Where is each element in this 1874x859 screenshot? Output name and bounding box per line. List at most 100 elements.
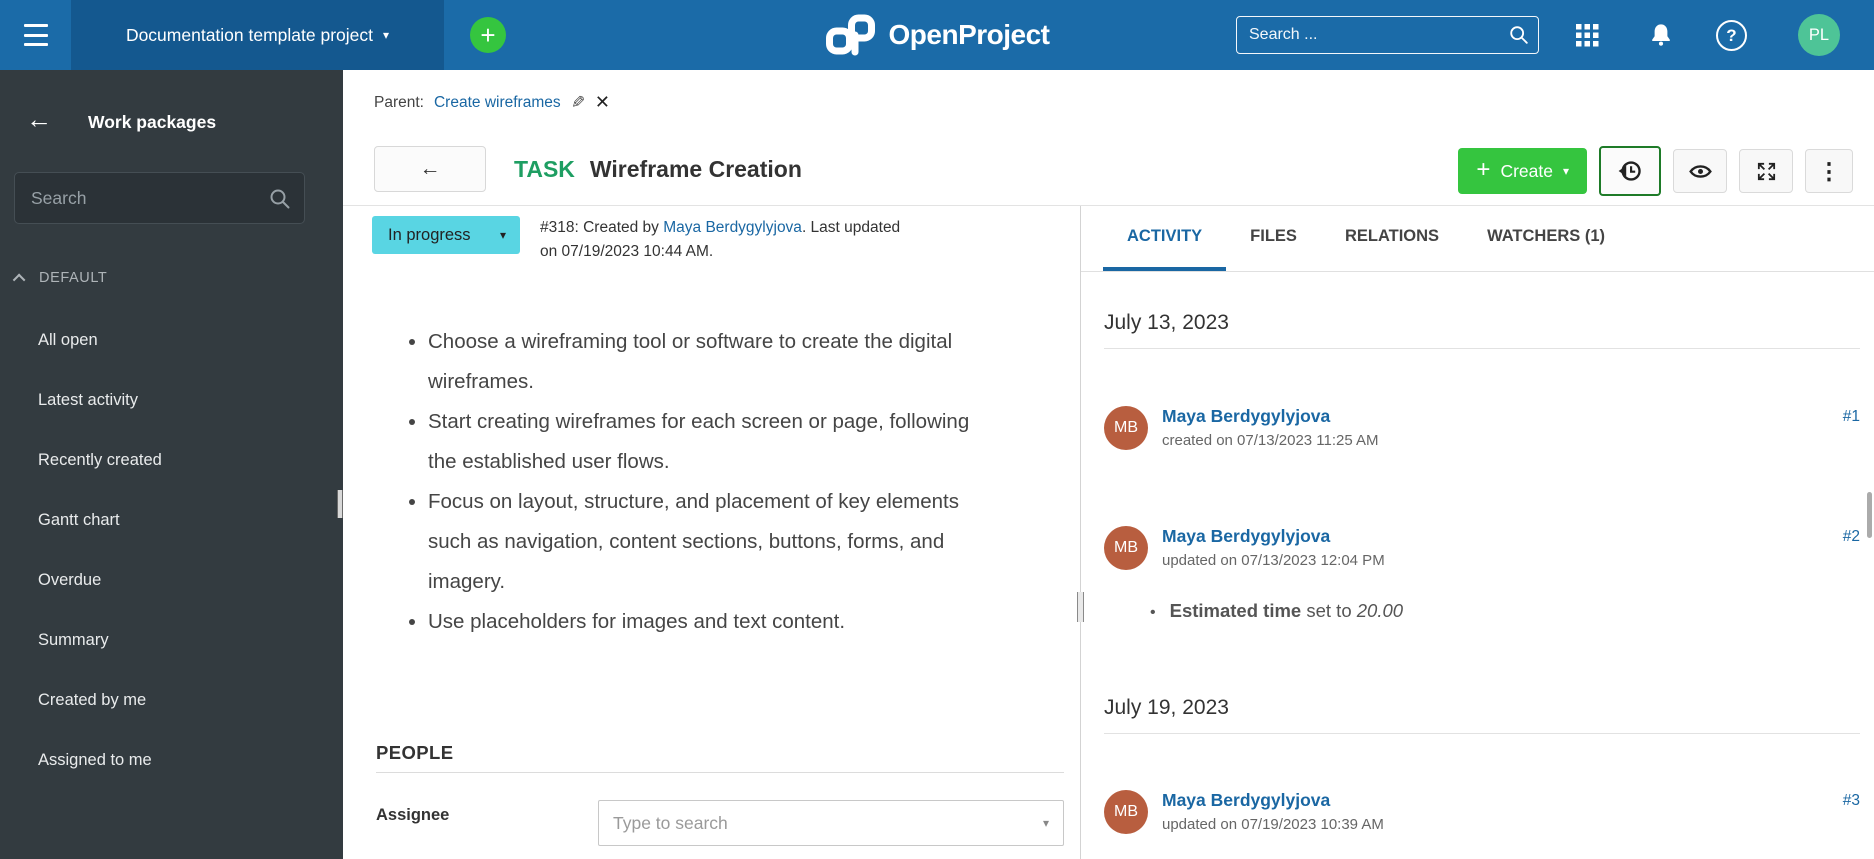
activity-timestamp: updated on 07/13/2023 12:04 PM [1162,552,1385,569]
people-section-heading: PEOPLE [376,742,1064,773]
avatar[interactable]: MB [1104,526,1148,570]
watch-eye-button[interactable] [1673,149,1727,193]
chevron-up-icon [12,273,26,286]
detail-tabs: ACTIVITY FILES RELATIONS WATCHERS (1) [1081,206,1874,272]
description-bullet: Choose a wireframing tool or software to… [428,322,1000,402]
description-list: Choose a wireframing tool or software to… [402,322,1000,642]
sidebar-search [14,172,305,224]
activity-ref-link[interactable]: #3 [1843,792,1860,810]
work-package-meta: #318: Created by Maya Berdygylyjova. Las… [540,216,908,264]
avatar-initials: MB [1114,419,1138,436]
description-section[interactable]: Choose a wireframing tool or software to… [402,322,1000,642]
menu-icon[interactable] [24,24,48,46]
search-icon [270,189,290,209]
avatar[interactable]: MB [1104,406,1148,450]
fullscreen-button[interactable] [1739,149,1793,193]
sidebar-item-summary[interactable]: Summary [38,625,162,685]
openproject-logo-icon [826,14,876,56]
sidebar-item-all-open[interactable]: All open [38,325,162,385]
bullet-dot: • [1150,604,1156,621]
history-clock-icon [1618,161,1641,181]
activity-date-header: July 19, 2023 [1104,696,1860,734]
meta-prefix: #318: Created by [540,219,664,236]
tab-relations[interactable]: RELATIONS [1321,206,1463,271]
work-package-type[interactable]: TASK [514,156,575,183]
plus-icon: + [1476,156,1491,183]
sidebar-title: Work packages [88,112,217,132]
tab-activity[interactable]: ACTIVITY [1103,206,1227,271]
page-title[interactable]: Wireframe Creation [590,156,802,183]
assignee-label: Assignee [376,806,450,824]
user-avatar-initials: PL [1808,25,1830,44]
activity-entry: MB Maya Berdygylyjova created on 07/13/2… [1104,406,1860,456]
activity-entry: MB Maya Berdygylyjova updated on 07/19/2… [1104,790,1860,840]
user-avatar[interactable]: PL [1798,14,1840,56]
more-options-button[interactable]: ⋮ [1805,149,1853,193]
sidebar: ← Work packages DEFAULT All open Latest … [0,70,343,859]
activity-timestamp: created on 07/13/2023 11:25 AM [1162,432,1379,449]
chevron-down-icon: ▾ [383,28,390,42]
remove-parent-icon[interactable]: ✕ [595,92,610,113]
openproject-logo[interactable]: OpenProject [825,0,1050,70]
activity-ref-link[interactable]: #1 [1843,408,1860,426]
sidebar-back-icon[interactable]: ← [26,106,52,132]
help-icon[interactable]: ? [1716,20,1747,51]
expand-arrows-icon [1757,162,1775,180]
search-icon[interactable] [1508,24,1530,46]
sidebar-section-label: DEFAULT [39,270,108,286]
back-to-list-button[interactable]: ← [374,146,486,192]
panel-divider [1080,206,1081,859]
tab-files[interactable]: FILES [1226,206,1321,271]
changed-property: Estimated time [1169,600,1302,621]
breadcrumb: Parent: Create wireframes ✎ ✕ [374,92,610,113]
create-button[interactable]: + Create ▾ [1458,148,1587,194]
description-bullet: Use placeholders for images and text con… [428,602,1000,642]
sidebar-items: All open Latest activity Recently create… [38,325,162,805]
sidebar-item-created-by-me[interactable]: Created by me [38,685,162,745]
activity-author-link[interactable]: Maya Berdygylyjova [1162,406,1330,427]
modules-grid-icon[interactable] [1576,24,1599,47]
chevron-down-icon: ▾ [1042,816,1049,830]
logo-text: OpenProject [888,19,1050,50]
author-link[interactable]: Maya Berdygylyjova [663,219,802,236]
status-dropdown[interactable]: In progress ▾ [372,216,520,254]
tab-watchers[interactable]: WATCHERS (1) [1463,206,1629,271]
sidebar-resize-handle[interactable] [337,490,343,518]
activity-author-link[interactable]: Maya Berdygylyjova [1162,526,1330,547]
assignee-select[interactable]: Type to search ▾ [598,800,1064,846]
global-search-input[interactable] [1236,16,1539,54]
activity-author-link[interactable]: Maya Berdygylyjova [1162,790,1330,811]
description-bullet: Focus on layout, structure, and placemen… [428,482,1000,602]
work-package-title: TASK Wireframe Creation [514,146,802,192]
notifications-bell-icon[interactable] [1648,22,1674,48]
edit-pencil-icon[interactable]: ✎ [571,93,585,113]
sidebar-item-overdue[interactable]: Overdue [38,565,162,625]
change-value: 20.00 [1356,600,1404,621]
top-navigation-bar: Documentation template project ▾ + OpenP… [0,0,1874,70]
description-bullet: Start creating wireframes for each scree… [428,402,1000,482]
activity-ref-link[interactable]: #2 [1843,528,1860,546]
activity-history-button[interactable] [1599,146,1661,196]
sidebar-item-recently-created[interactable]: Recently created [38,445,162,505]
parent-label: Parent: [374,93,424,111]
panel-resize-handle[interactable] [1077,592,1084,622]
avatar-initials: MB [1114,803,1138,820]
project-selector-label: Documentation template project [125,24,374,45]
scrollbar-thumb[interactable] [1867,492,1872,538]
toolbar: + Create ▾ ⋮ [1458,146,1853,196]
sidebar-section-default[interactable]: DEFAULT [12,270,108,286]
chevron-down-icon: ▾ [499,228,506,242]
chevron-down-icon: ▾ [1562,164,1569,178]
create-button-label: Create [1500,160,1553,181]
sidebar-item-latest-activity[interactable]: Latest activity [38,385,162,445]
global-create-button[interactable]: + [470,17,506,53]
sidebar-item-gantt-chart[interactable]: Gantt chart [38,505,162,565]
avatar[interactable]: MB [1104,790,1148,834]
change-verb: set to [1301,600,1357,621]
sidebar-item-assigned-to-me[interactable]: Assigned to me [38,745,162,805]
sidebar-search-input[interactable] [15,173,304,223]
parent-link[interactable]: Create wireframes [434,94,561,112]
activity-change-detail: • Estimated time set to 20.00 [1150,600,1403,622]
eye-icon [1688,164,1712,178]
project-selector[interactable]: Documentation template project ▾ [71,0,444,70]
